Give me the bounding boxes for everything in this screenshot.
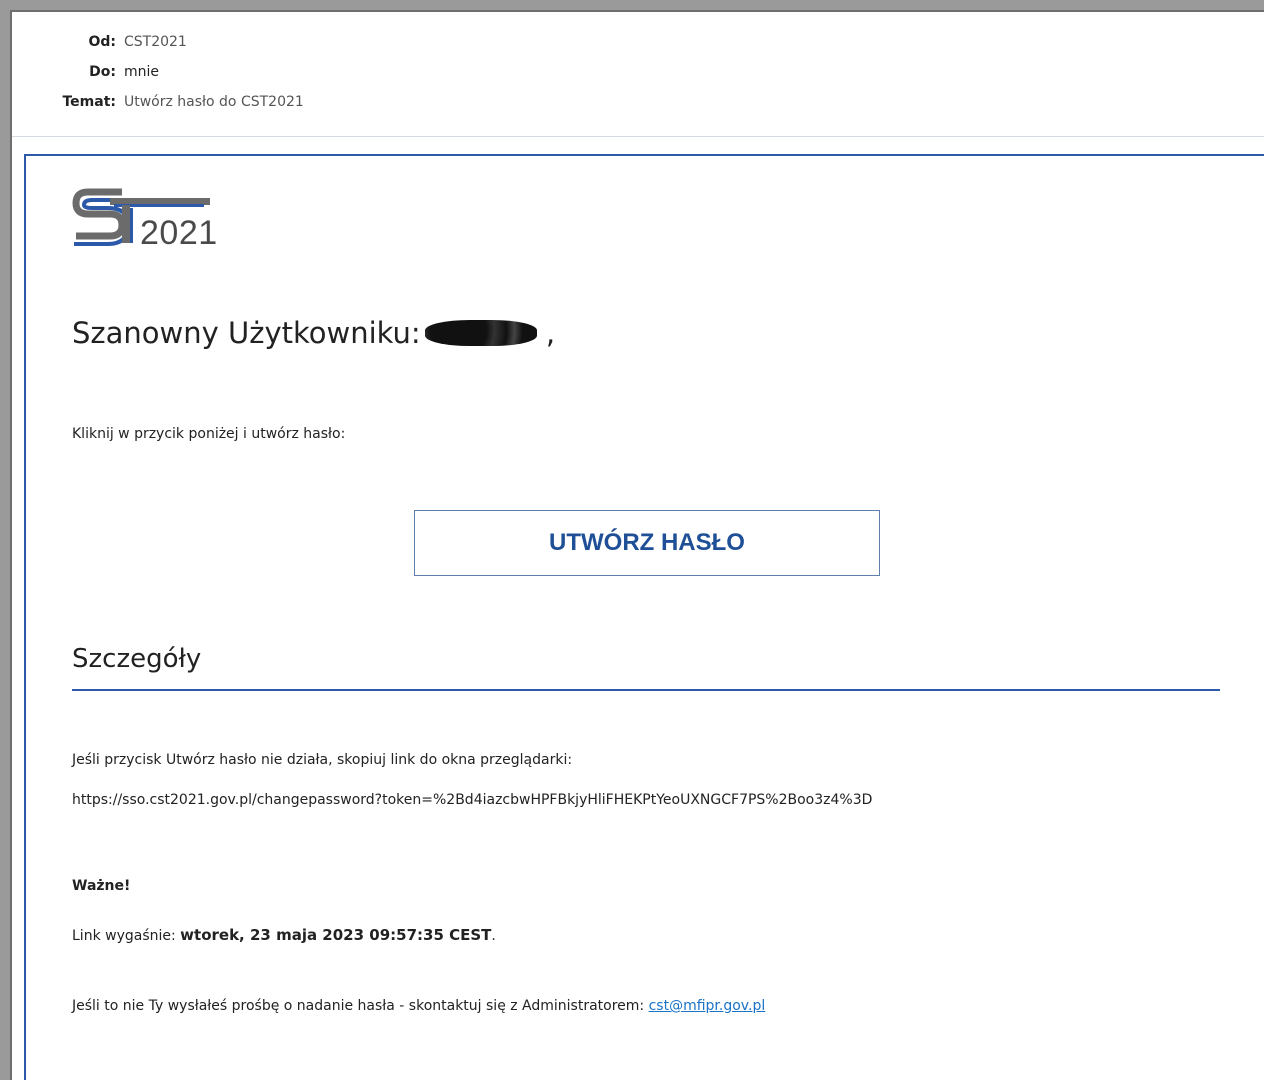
cst-logo: 2021 [70, 186, 230, 256]
fallback-text: Jeśli przycisk Utwórz hasło nie działa, … [72, 752, 573, 768]
expiry-end: . [491, 928, 496, 944]
admin-email-link[interactable]: cst@mfipr.gov.pl [649, 998, 766, 1014]
subject-row: Temat: Utwórz hasło do CST2021 [12, 92, 1264, 112]
greeting: Szanowny Użytkowniku: , [72, 316, 555, 350]
create-password-button[interactable]: UTWÓRZ HASŁO [414, 510, 880, 576]
details-divider [72, 689, 1220, 691]
important-label: Ważne! [72, 878, 131, 894]
from-value[interactable]: CST2021 [124, 32, 187, 52]
to-label: Do: [89, 64, 116, 80]
contact-text: Jeśli to nie Ty wysłałeś prośbę o nadani… [72, 998, 645, 1014]
email-headers: Od: CST2021 Do: mnie Temat: Utwórz hasło… [12, 12, 1264, 137]
subject-value: Utwórz hasło do CST2021 [124, 94, 304, 110]
greeting-text: Szanowny Użytkowniku: [72, 316, 421, 350]
reset-link[interactable]: https://sso.cst2021.gov.pl/changepasswor… [72, 792, 872, 808]
email-body-card: 2021 Szanowny Użytkowniku: , Kliknij w p… [24, 154, 1264, 1080]
redacted-username [424, 320, 537, 346]
to-row: Do: mnie [12, 62, 1264, 82]
details-title: Szczegóły [72, 644, 202, 674]
expiry-value: wtorek, 23 maja 2023 09:57:35 CEST [180, 926, 492, 944]
from-label: Od: [88, 34, 116, 50]
logo-year: 2021 [140, 214, 218, 252]
expiry-label: Link wygaśnie: [72, 928, 176, 944]
to-value[interactable]: mnie [124, 62, 159, 82]
expiry-line: Link wygaśnie: wtorek, 23 maja 2023 09:5… [72, 926, 496, 944]
greeting-suffix: , [545, 316, 556, 350]
subject-label: Temat: [62, 94, 116, 110]
intro-text: Kliknij w przycik poniżej i utwórz hasło… [72, 426, 346, 442]
from-row: Od: CST2021 [12, 32, 1264, 52]
email-window: Od: CST2021 Do: mnie Temat: Utwórz hasło… [10, 10, 1264, 1080]
contact-line: Jeśli to nie Ty wysłałeś prośbę o nadani… [72, 998, 765, 1014]
